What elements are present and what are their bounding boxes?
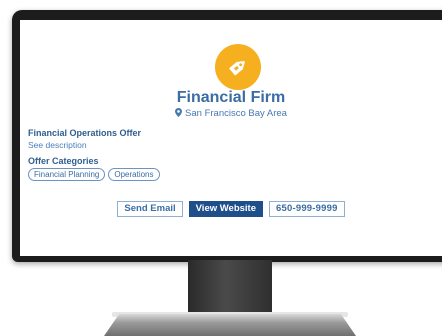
- price-tag-icon: [229, 61, 245, 76]
- phone-button[interactable]: 650-999-9999: [269, 201, 345, 217]
- category-chips: Financial Planning Operations: [28, 168, 160, 181]
- category-chip-financial-planning[interactable]: Financial Planning: [28, 168, 106, 181]
- map-pin-icon: [175, 108, 183, 120]
- offer-title: Financial Operations Offer: [28, 128, 142, 138]
- send-email-button[interactable]: Send Email: [117, 201, 183, 217]
- see-description-link[interactable]: See description: [28, 140, 87, 150]
- monitor-screen: Financial Firm San Francisco Bay Area Fi…: [20, 20, 442, 256]
- location-text: San Francisco Bay Area: [185, 108, 287, 119]
- company-logo: [215, 44, 261, 90]
- action-buttons: Send Email View Website 650-999-9999: [20, 201, 442, 217]
- view-website-button[interactable]: View Website: [188, 201, 264, 217]
- monitor-stand-neck: [188, 260, 272, 318]
- company-name: Financial Firm: [176, 89, 286, 106]
- company-location: San Francisco Bay Area: [20, 108, 442, 120]
- category-chip-operations[interactable]: Operations: [108, 168, 160, 181]
- offer-categories-title: Offer Categories: [28, 156, 99, 166]
- monitor-stand-base: [104, 314, 356, 336]
